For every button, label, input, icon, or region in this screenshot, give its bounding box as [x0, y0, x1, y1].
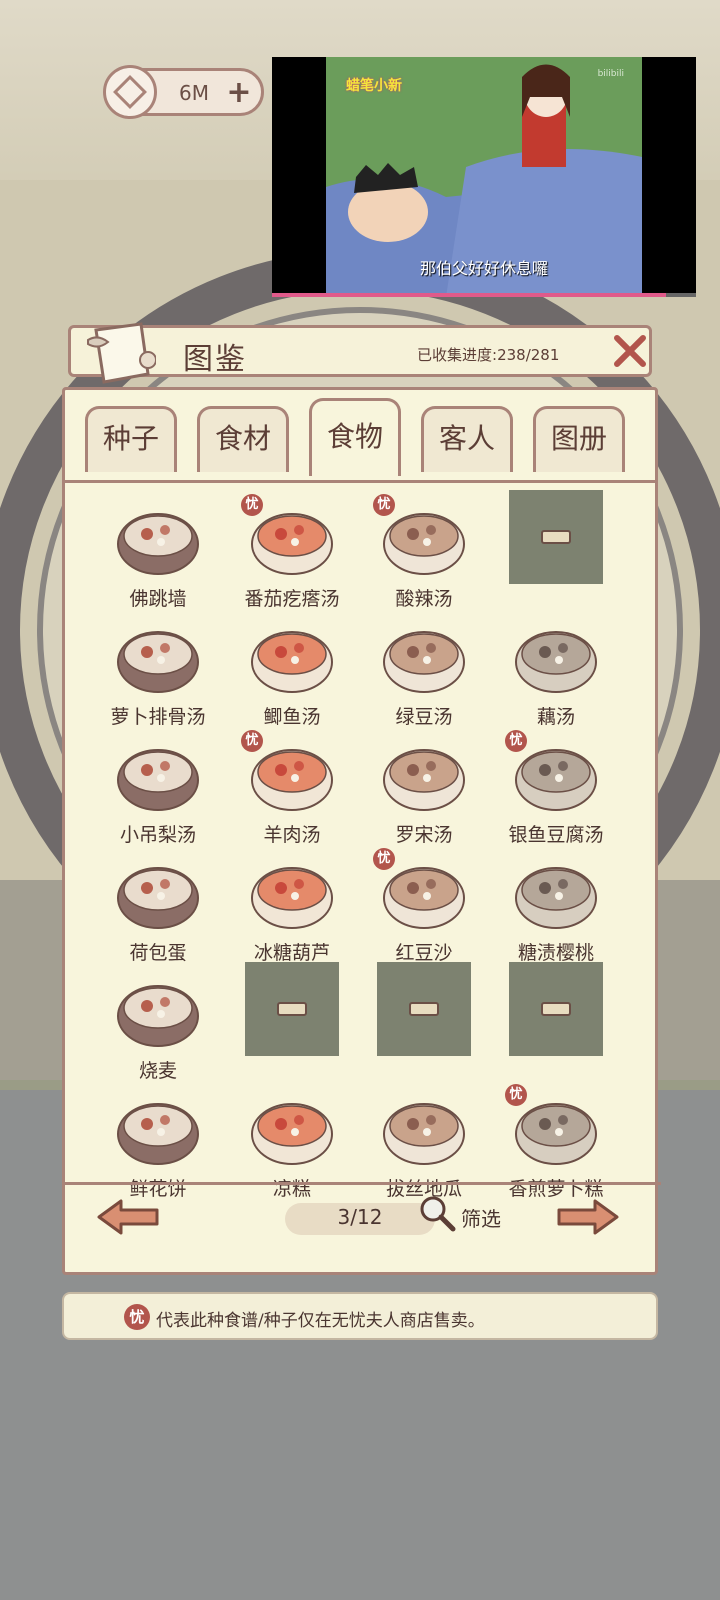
food-item-label: 冰糖葫芦 — [253, 942, 330, 964]
shop-exclusive-badge-icon: 忧 — [505, 1084, 527, 1106]
pager-bar: 3/12 筛选 — [65, 1182, 661, 1242]
food-item-label: 鲫鱼汤 — [263, 706, 321, 728]
food-grid: 佛跳墙忧番茄疙瘩汤忧酸辣汤 萝卜排骨汤 鲫鱼汤 绿豆汤 藕汤 小吊梨汤忧羊肉汤 罗宋汤忧银鱼… — [65, 490, 661, 1200]
video-subtitle: 那伯父好好休息囉 — [419, 259, 548, 278]
food-item-label: 酸辣汤 — [395, 588, 453, 610]
food-item[interactable] — [489, 490, 623, 618]
tab-3[interactable]: 食物 — [309, 398, 401, 476]
locked-item-icon — [377, 962, 471, 1056]
pear-soup-icon — [117, 749, 199, 811]
shop-exclusive-badge-icon: 忧 — [124, 1304, 150, 1330]
video-logo: 蜡笔小新 — [346, 78, 402, 94]
collection-panel: 图鉴 已收集进度:238/281 种子 食材 食物 客人 图册 佛跳墙忧番茄疙瘩汤忧酸辣… — [62, 322, 661, 1275]
food-item-label: 萝卜排骨汤 — [110, 706, 206, 728]
fotiaoqiang-dish-icon — [117, 513, 199, 575]
locked-item-icon — [509, 962, 603, 1056]
mung-bean-soup-icon — [383, 631, 465, 693]
next-page-arrow-icon[interactable] — [555, 1197, 621, 1237]
food-item[interactable]: 罗宋汤 — [357, 736, 491, 854]
food-item[interactable]: 绿豆汤 — [357, 618, 491, 736]
page-indicator: 3/12 — [337, 1205, 383, 1229]
magnifier-icon[interactable] — [417, 1193, 457, 1233]
food-item-label: 番茄疙瘩汤 — [244, 588, 340, 610]
food-item-label: 小吊梨汤 — [119, 824, 196, 846]
filter-button[interactable]: 筛选 — [461, 1203, 501, 1232]
lotus-root-soup-icon — [515, 631, 597, 693]
food-item-label: 藕汤 — [536, 706, 575, 728]
progress-value: 238/281 — [497, 346, 560, 364]
food-item[interactable]: 萝卜排骨汤 — [91, 618, 225, 736]
food-item-label: 糖渍樱桃 — [517, 942, 594, 964]
food-item[interactable]: 冰糖葫芦 — [225, 854, 359, 972]
tab-2[interactable]: 食材 — [197, 406, 289, 472]
info-text: 代表此种食谱/种子仅在无忧夫人商店售卖。 — [156, 1311, 485, 1331]
shaomai-icon — [117, 985, 199, 1047]
panel-body: 种子 食材 食物 客人 图册 佛跳墙忧番茄疙瘩汤忧酸辣汤 萝卜排骨汤 鲫鱼汤 绿豆汤 藕汤 小吊梨… — [62, 387, 661, 1275]
prev-page-arrow-icon[interactable] — [95, 1197, 161, 1237]
food-item[interactable]: 小吊梨汤 — [91, 736, 225, 854]
food-item[interactable]: 忧酸辣汤 — [357, 494, 491, 618]
info-bar: 忧 代表此种食谱/种子仅在无忧夫人商店售卖。 — [62, 1292, 658, 1340]
locked-item-icon — [245, 962, 339, 1056]
progress-label: 已收集进度: — [417, 346, 498, 364]
food-item[interactable] — [489, 962, 623, 1090]
food-item[interactable]: 烧麦 — [91, 972, 225, 1090]
shop-exclusive-badge-icon: 忧 — [373, 494, 395, 516]
tab-divider — [65, 480, 655, 483]
shop-exclusive-badge-icon: 忧 — [241, 494, 263, 516]
food-item[interactable]: 荷包蛋 — [91, 854, 225, 972]
shop-exclusive-badge-icon: 忧 — [373, 848, 395, 870]
tab-5[interactable]: 图册 — [533, 406, 625, 472]
food-item-label: 银鱼豆腐汤 — [508, 824, 604, 846]
food-item-label: 荷包蛋 — [129, 942, 187, 964]
locked-item-icon — [509, 490, 603, 584]
food-item[interactable]: 忧银鱼豆腐汤 — [489, 730, 623, 854]
tab-bar: 种子 食材 食物 客人 图册 — [85, 398, 645, 476]
shop-exclusive-badge-icon: 忧 — [241, 730, 263, 752]
food-item[interactable]: 佛跳墙 — [91, 500, 225, 618]
candied-sweet-potato-icon — [383, 1103, 465, 1165]
tab-4[interactable]: 客人 — [421, 406, 513, 472]
collection-progress: 已收集进度:238/281 — [417, 344, 559, 365]
panel-title: 图鉴 — [183, 342, 247, 377]
video-frame: 蜡笔小新 bilibili 那伯父好好休息囉 — [326, 57, 642, 297]
candied-haws-icon — [251, 867, 333, 929]
food-item[interactable]: 藕汤 — [489, 618, 623, 736]
shop-exclusive-badge-icon: 忧 — [505, 730, 527, 752]
food-item-label: 烧麦 — [138, 1060, 177, 1082]
food-item[interactable] — [357, 962, 491, 1090]
food-item[interactable]: 忧羊肉汤 — [225, 730, 359, 854]
video-brand: bilibili — [597, 69, 624, 79]
currency-pill: 6M + — [103, 65, 264, 119]
food-item[interactable]: 忧番茄疙瘩汤 — [225, 494, 359, 618]
candied-cherry-icon — [515, 867, 597, 929]
video-progress-fill — [272, 293, 667, 297]
food-item[interactable]: 鲫鱼汤 — [225, 618, 359, 736]
food-item-label: 佛跳墙 — [129, 588, 187, 610]
scroll-icon — [87, 322, 156, 384]
food-item-label: 羊肉汤 — [263, 824, 321, 846]
food-item[interactable] — [225, 962, 359, 1090]
page-pill: 3/12 — [285, 1203, 435, 1235]
flower-cake-icon — [117, 1103, 199, 1165]
copper-coin-icon — [103, 65, 157, 119]
tab-1[interactable]: 种子 — [85, 406, 177, 472]
panel-header: 图鉴 已收集进度:238/281 — [68, 322, 652, 384]
food-item-label: 罗宋汤 — [395, 824, 453, 846]
fried-egg-icon — [117, 867, 199, 929]
plus-icon[interactable]: + — [225, 78, 253, 108]
video-player[interactable]: 蜡笔小新 bilibili 那伯父好好休息囉 — [272, 57, 696, 297]
food-item-label: 绿豆汤 — [395, 706, 453, 728]
cold-cake-icon — [251, 1103, 333, 1165]
borscht-icon — [383, 749, 465, 811]
food-item[interactable]: 忧红豆沙 — [357, 848, 491, 972]
video-progress-bar[interactable] — [272, 293, 696, 297]
food-item[interactable]: 糖渍樱桃 — [489, 854, 623, 972]
close-icon[interactable] — [611, 332, 649, 370]
fish-soup-icon — [251, 631, 333, 693]
radish-rib-soup-icon — [117, 631, 199, 693]
currency-amount: 6M — [179, 81, 209, 105]
food-item-label: 红豆沙 — [395, 942, 453, 964]
